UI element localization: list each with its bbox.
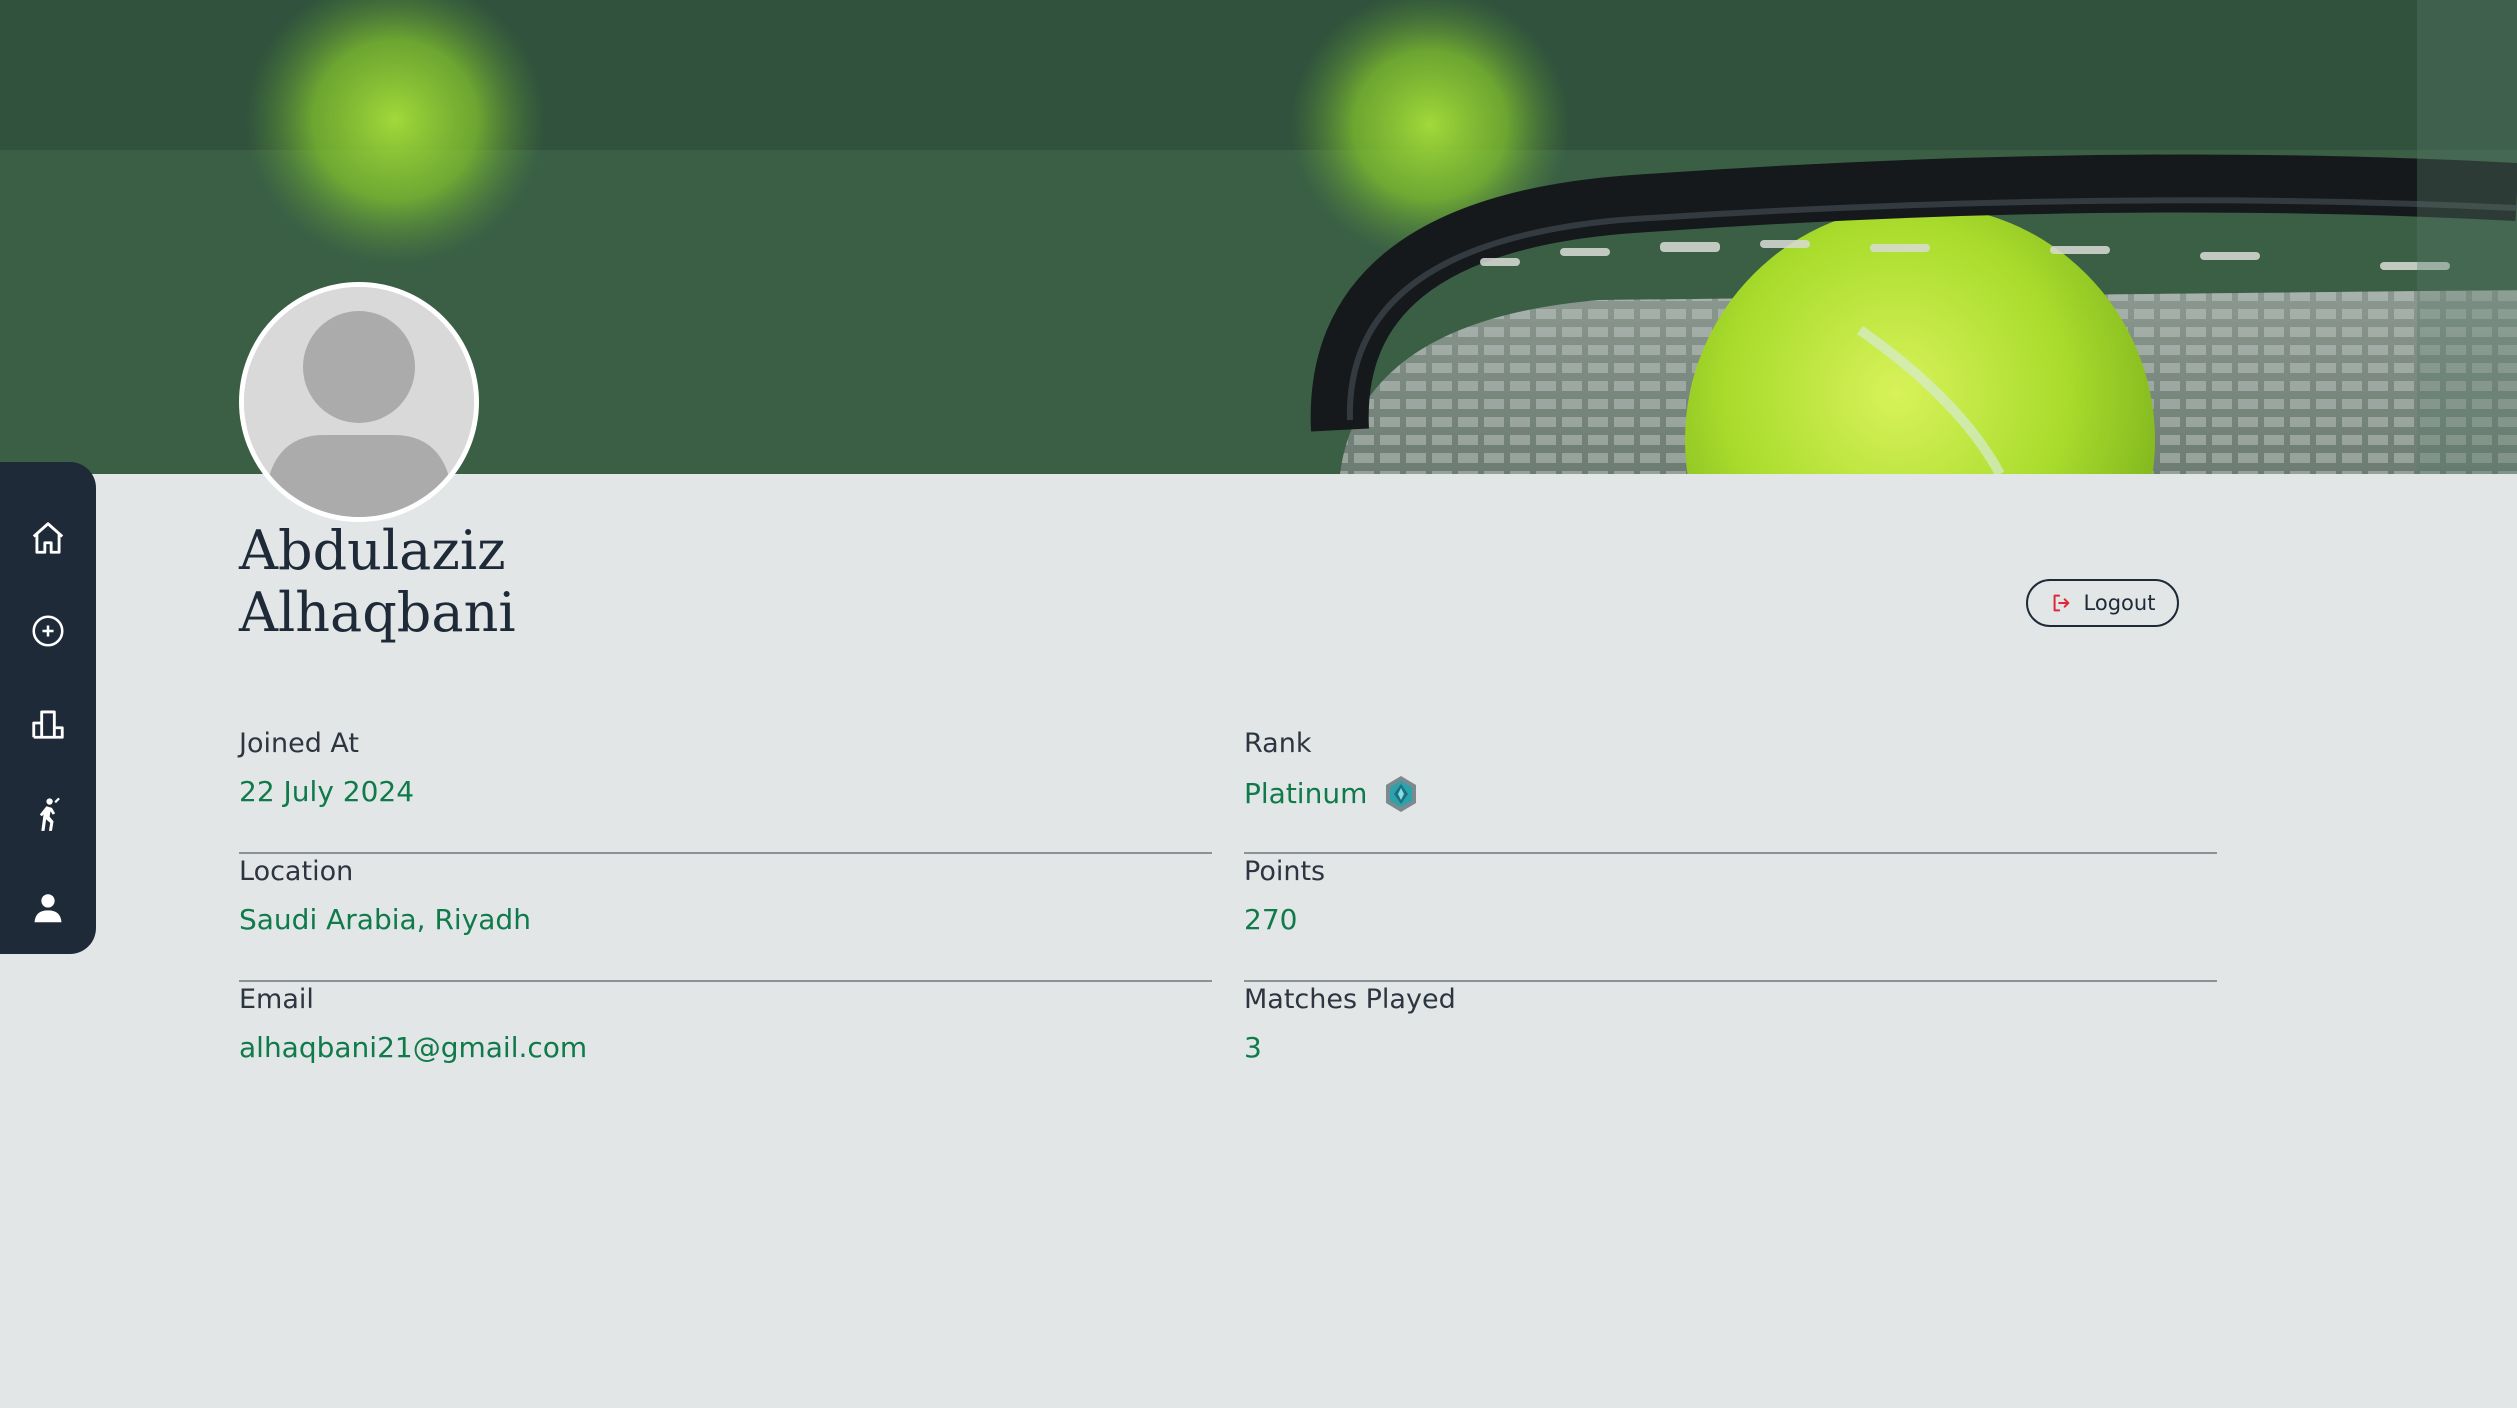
default-avatar-icon bbox=[244, 287, 474, 517]
joined-at-value: 22 July 2024 bbox=[239, 774, 414, 810]
user-full-name: Abdulaziz Alhaqbani bbox=[239, 520, 516, 644]
joined-at-text: 22 July 2024 bbox=[239, 775, 415, 808]
leaderboard-icon bbox=[32, 710, 64, 739]
rank-field: Rank Platinum bbox=[1244, 726, 2217, 854]
logout-label: Logout bbox=[2083, 591, 2156, 615]
sidebar-item-leaderboard[interactable] bbox=[0, 677, 96, 769]
location-text: Saudi Arabia, Riyadh bbox=[239, 903, 531, 936]
points-field: Points 270 bbox=[1244, 854, 2217, 982]
profile-page: Abdulaziz Alhaqbani Logout Joined At 22 … bbox=[0, 0, 2517, 1408]
matches-played-label: Matches Played bbox=[1244, 984, 1456, 1015]
sidebar-item-profile[interactable] bbox=[0, 862, 96, 954]
joined-at-field: Joined At 22 July 2024 bbox=[239, 726, 1212, 854]
location-value: Saudi Arabia, Riyadh bbox=[239, 902, 531, 938]
user-last-name: Alhaqbani bbox=[239, 581, 516, 644]
sidebar-item-play[interactable] bbox=[0, 769, 96, 861]
points-label: Points bbox=[1244, 856, 1326, 887]
location-label: Location bbox=[239, 856, 354, 887]
player-icon bbox=[39, 798, 60, 832]
matches-played-text: 3 bbox=[1244, 1031, 1262, 1064]
rank-value: Platinum bbox=[1244, 774, 1421, 814]
matches-played-value: 3 bbox=[1244, 1030, 1262, 1066]
email-field: Email alhaqbani21@gmail.com bbox=[239, 982, 1212, 1110]
user-first-name: Abdulaziz bbox=[239, 519, 506, 582]
logout-button[interactable]: Logout bbox=[2026, 579, 2179, 627]
email-text: alhaqbani21@gmail.com bbox=[239, 1031, 588, 1064]
sidebar-item-home[interactable] bbox=[0, 492, 96, 584]
email-value: alhaqbani21@gmail.com bbox=[239, 1030, 587, 1066]
sidebar-item-add[interactable] bbox=[0, 584, 96, 676]
rank-label: Rank bbox=[1244, 728, 1312, 759]
add-circle-icon bbox=[32, 615, 64, 647]
platinum-badge-icon bbox=[1381, 774, 1421, 814]
points-text: 270 bbox=[1244, 903, 1298, 936]
email-label: Email bbox=[239, 984, 314, 1015]
home-icon bbox=[32, 522, 64, 554]
joined-at-label: Joined At bbox=[239, 728, 360, 759]
logout-icon bbox=[2053, 594, 2069, 612]
matches-played-field: Matches Played 3 bbox=[1244, 982, 2217, 1110]
points-value: 270 bbox=[1244, 902, 1297, 938]
rank-text: Platinum bbox=[1244, 777, 1368, 810]
location-field: Location Saudi Arabia, Riyadh bbox=[239, 854, 1212, 982]
profile-icon bbox=[34, 894, 62, 923]
avatar[interactable] bbox=[239, 282, 479, 522]
sidebar-nav bbox=[0, 462, 96, 954]
